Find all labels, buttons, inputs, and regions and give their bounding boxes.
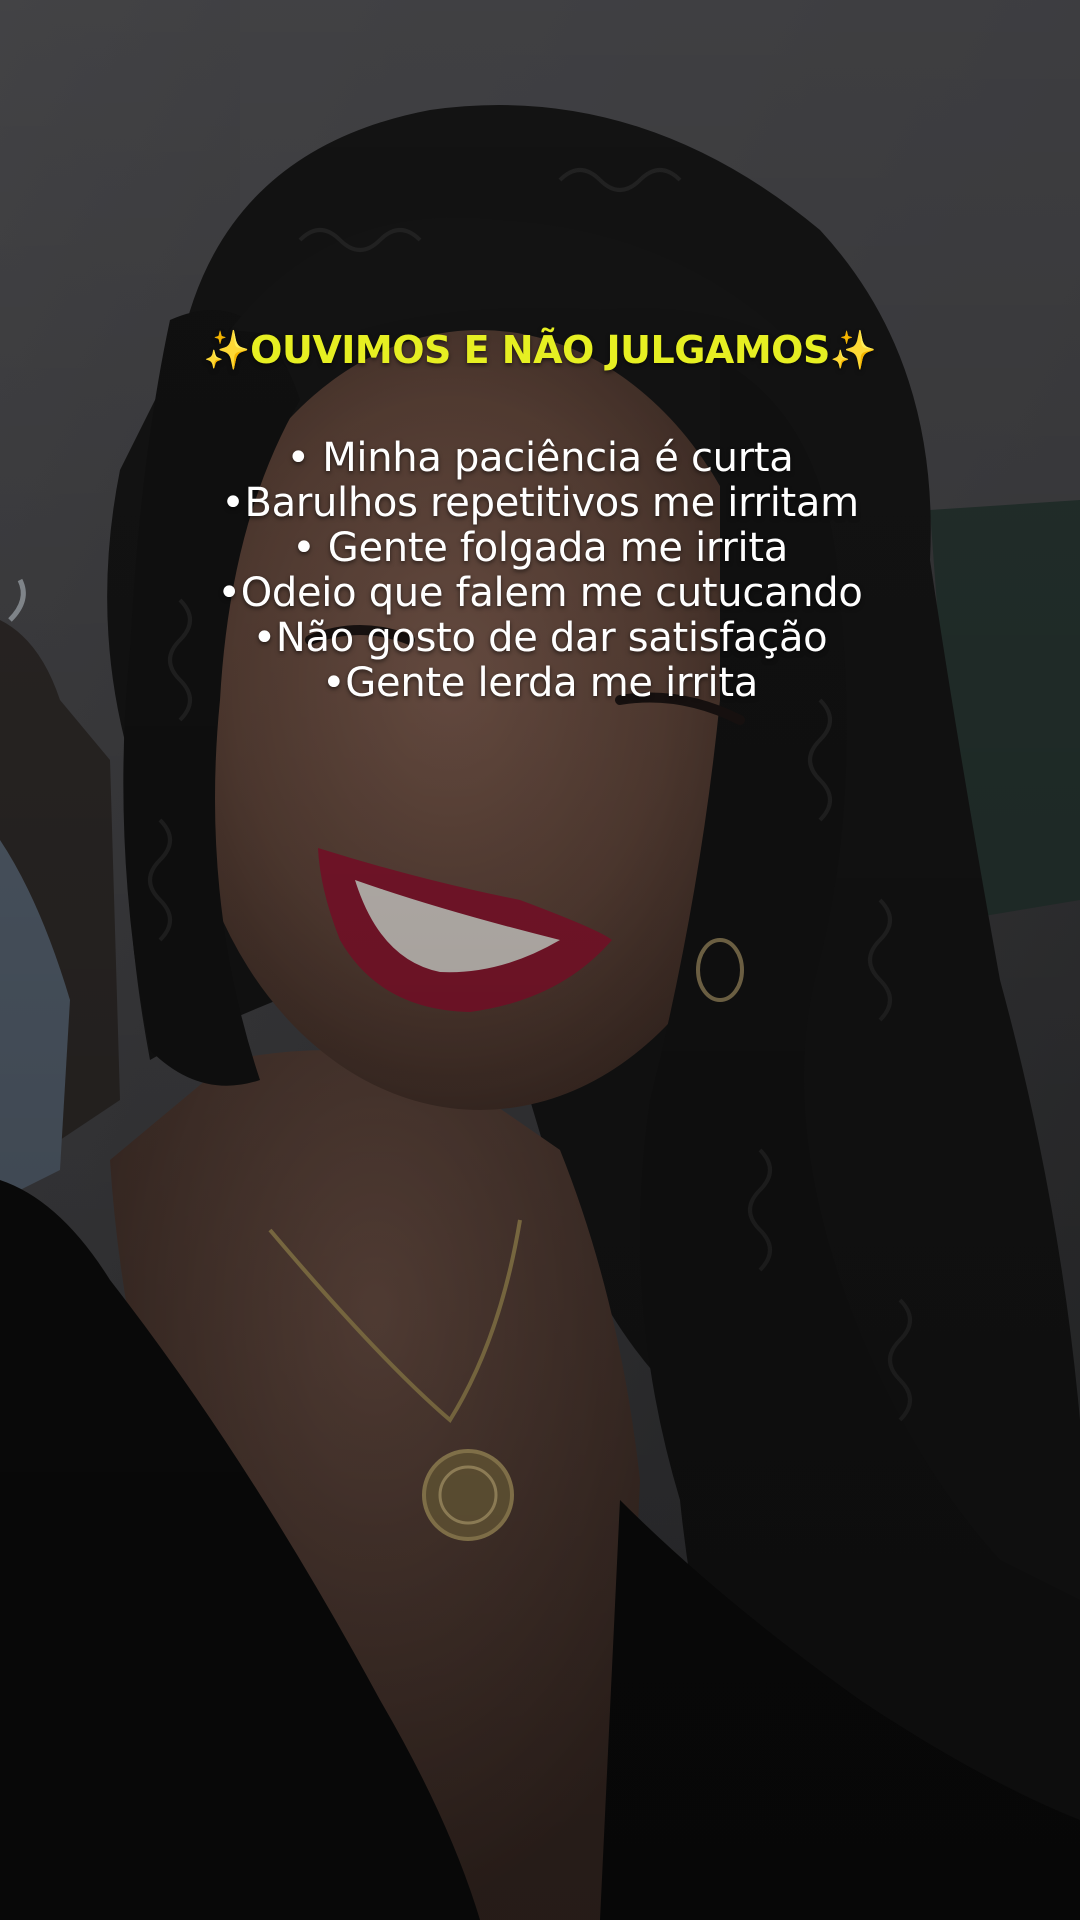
sparkle-right-icon: ✨ xyxy=(829,328,877,372)
caption-line: • Gente folgada me irrita xyxy=(292,525,788,571)
selfie-photo xyxy=(0,0,1080,1920)
dim-overlay xyxy=(0,0,1080,1920)
caption-line: •Não gosto de dar satisfação xyxy=(252,615,828,661)
sparkle-left-icon: ✨ xyxy=(203,328,251,372)
caption-list: • Minha paciência é curta •Barulhos repe… xyxy=(0,436,1080,706)
caption-overlay: ✨OUVIMOS E NÃO JULGAMOS✨ • Minha paciênc… xyxy=(0,322,1080,706)
headline-text: OUVIMOS E NÃO JULGAMOS xyxy=(250,328,830,372)
caption-line: •Odeio que falem me cutucando xyxy=(217,570,863,616)
caption-line: • Minha paciência é curta xyxy=(286,435,794,481)
story-frame: ✨OUVIMOS E NÃO JULGAMOS✨ • Minha paciênc… xyxy=(0,0,1080,1920)
headline: ✨OUVIMOS E NÃO JULGAMOS✨ xyxy=(0,322,1080,378)
caption-line: •Gente lerda me irrita xyxy=(322,660,758,706)
caption-line: •Barulhos repetitivos me irritam xyxy=(221,480,859,526)
